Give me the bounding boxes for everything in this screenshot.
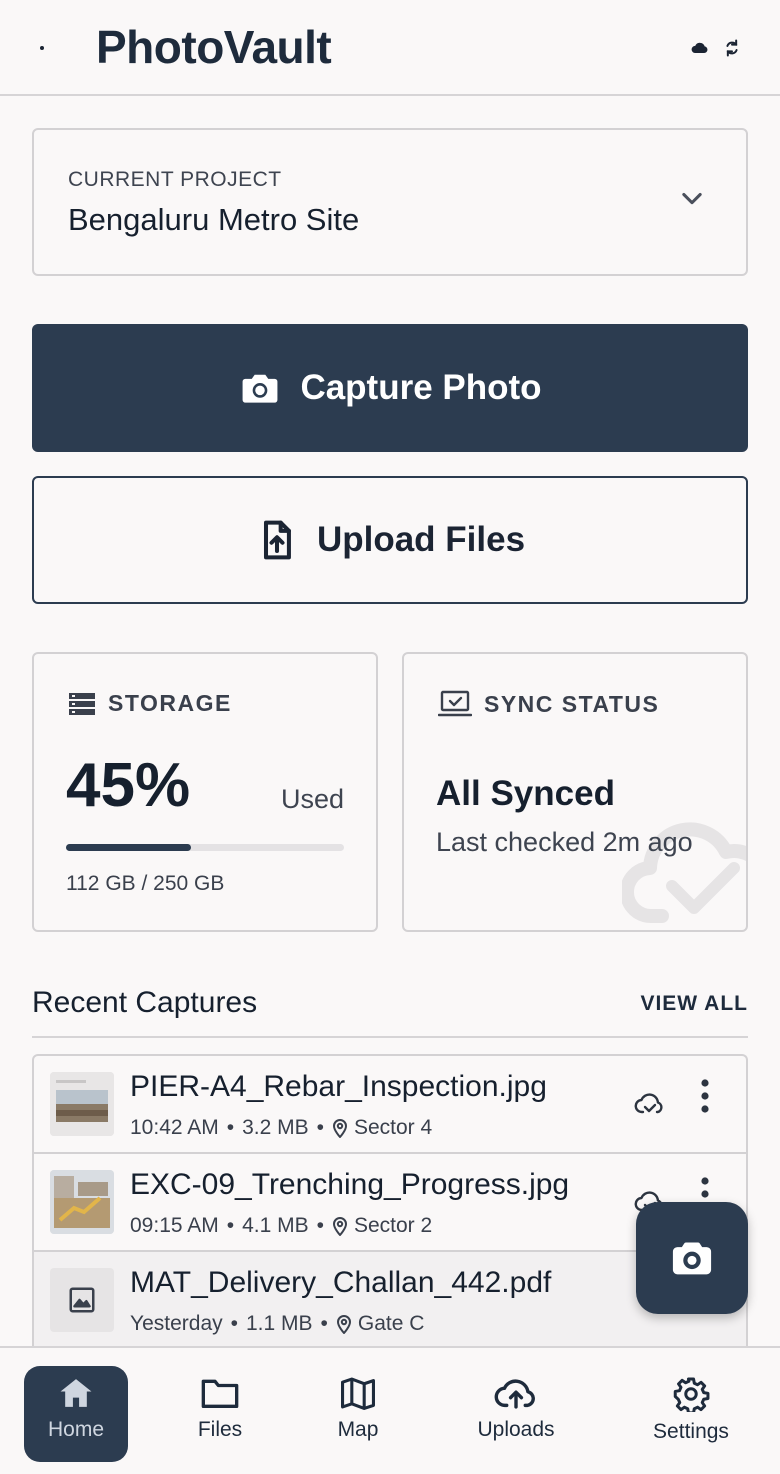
nav-settings-label: Settings <box>653 1420 729 1443</box>
storage-progress-fill <box>66 844 192 851</box>
storage-heading-label: STORAGE <box>108 690 232 716</box>
file-name: MAT_Delivery_Challan_442.pdf <box>130 1266 552 1299</box>
capture-photo-label: Capture Photo <box>300 368 542 407</box>
storage-heading: STORAGE <box>68 690 232 717</box>
cloud-upload-icon <box>494 1379 535 1409</box>
app-title: PhotoVault <box>96 21 332 73</box>
file-meta: 09:15 AM • 4.1 MB • Sector 2 <box>130 1214 432 1238</box>
nav-map-label: Map <box>337 1418 379 1441</box>
list-item[interactable]: PIER-A4_Rebar_Inspection.jpg 10:42 AM • … <box>34 1056 746 1154</box>
file-name: EXC-09_Trenching_Progress.jpg <box>130 1168 570 1201</box>
home-icon <box>60 1379 92 1407</box>
meta-separator: • <box>230 1312 238 1335</box>
file-location: Gate C <box>357 1312 425 1335</box>
upload-files-button[interactable]: Upload Files <box>32 476 748 604</box>
nav-uploads[interactable]: Uploads <box>466 1366 566 1462</box>
meta-separator: • <box>316 1116 324 1139</box>
file-location: Sector 4 <box>353 1116 433 1139</box>
nav-files-label: Files <box>197 1418 243 1441</box>
cloud-icon[interactable] <box>690 38 710 58</box>
meta-separator: • <box>316 1214 324 1237</box>
excavation-photo-thumbnail-image <box>50 1170 114 1234</box>
file-thumbnail <box>50 1268 114 1332</box>
project-name: Bengaluru Metro Site <box>68 202 360 237</box>
nav-map[interactable]: Map <box>318 1366 398 1462</box>
file-upload-icon <box>263 520 291 560</box>
image-icon <box>69 1287 95 1313</box>
project-selector[interactable]: CURRENT PROJECT Bengaluru Metro Site <box>32 128 748 276</box>
app-header: PhotoVault <box>0 0 780 96</box>
sync-heading-label: SYNC STATUS <box>484 690 660 717</box>
file-time: 10:42 AM <box>130 1116 219 1139</box>
file-time: 09:15 AM <box>130 1214 219 1237</box>
cloud-synced-icon[interactable] <box>634 1090 666 1116</box>
camera-icon <box>243 374 278 403</box>
map-icon <box>340 1377 375 1410</box>
storage-percent: 45% <box>66 751 191 820</box>
bottom-navigation: Home Files Map Uploads Settings <box>0 1346 780 1474</box>
storage-progress-bar <box>66 844 344 851</box>
camera-icon <box>672 1242 712 1275</box>
more-options-icon[interactable] <box>698 1078 712 1114</box>
section-divider <box>32 1036 748 1038</box>
project-label: CURRENT PROJECT <box>68 168 282 191</box>
sync-last-checked: Last checked 2m ago <box>436 827 693 857</box>
file-size: 4.1 MB <box>242 1214 309 1237</box>
storage-used-label: Used <box>280 784 344 814</box>
recent-captures-title: Recent Captures <box>32 986 258 1019</box>
sync-icon[interactable] <box>722 38 742 58</box>
view-all-link[interactable]: VIEW ALL <box>640 992 748 1016</box>
upload-files-label: Upload Files <box>316 520 526 559</box>
floating-camera-button[interactable] <box>636 1202 748 1314</box>
folder-icon <box>201 1379 239 1408</box>
storage-icon <box>69 692 95 715</box>
storage-detail: 112 GB / 250 GB <box>66 872 225 895</box>
nav-uploads-label: Uploads <box>477 1418 555 1441</box>
photo-thumbnail <box>50 1170 114 1234</box>
nav-home[interactable]: Home <box>24 1366 128 1462</box>
location-pin-icon <box>336 1315 351 1334</box>
file-location: Sector 2 <box>353 1214 433 1237</box>
file-name: PIER-A4_Rebar_Inspection.jpg <box>130 1070 547 1103</box>
photo-thumbnail <box>50 1072 114 1136</box>
gear-icon <box>673 1377 710 1412</box>
laptop-check-icon <box>438 690 472 717</box>
meta-separator: • <box>320 1312 328 1335</box>
file-size: 3.2 MB <box>242 1116 309 1139</box>
sync-status-card: SYNC STATUS All Synced Last checked 2m a… <box>402 652 748 932</box>
meta-separator: • <box>226 1116 235 1139</box>
location-pin-icon <box>332 1119 347 1138</box>
recent-captures-list: PIER-A4_Rebar_Inspection.jpg 10:42 AM • … <box>32 1054 748 1354</box>
file-meta: Yesterday • 1.1 MB • Gate C <box>130 1312 424 1336</box>
storage-card: STORAGE 45% Used 112 GB / 250 GB <box>32 652 378 932</box>
rebar-photo-thumbnail-image <box>50 1072 114 1136</box>
file-size: 1.1 MB <box>245 1312 313 1335</box>
nav-home-label: Home <box>47 1418 105 1441</box>
nav-settings[interactable]: Settings <box>644 1366 738 1462</box>
file-time: Yesterday <box>130 1312 223 1335</box>
location-pin-icon <box>332 1217 347 1236</box>
capture-photo-button[interactable]: Capture Photo <box>32 324 748 452</box>
file-meta: 10:42 AM • 3.2 MB • Sector 4 <box>130 1116 432 1140</box>
menu-icon[interactable] <box>40 46 44 50</box>
sync-heading: SYNC STATUS <box>438 690 659 718</box>
chevron-down-icon <box>682 192 702 205</box>
sync-status-text: All Synced <box>436 774 615 813</box>
meta-separator: • <box>226 1214 235 1237</box>
nav-files[interactable]: Files <box>180 1366 260 1462</box>
